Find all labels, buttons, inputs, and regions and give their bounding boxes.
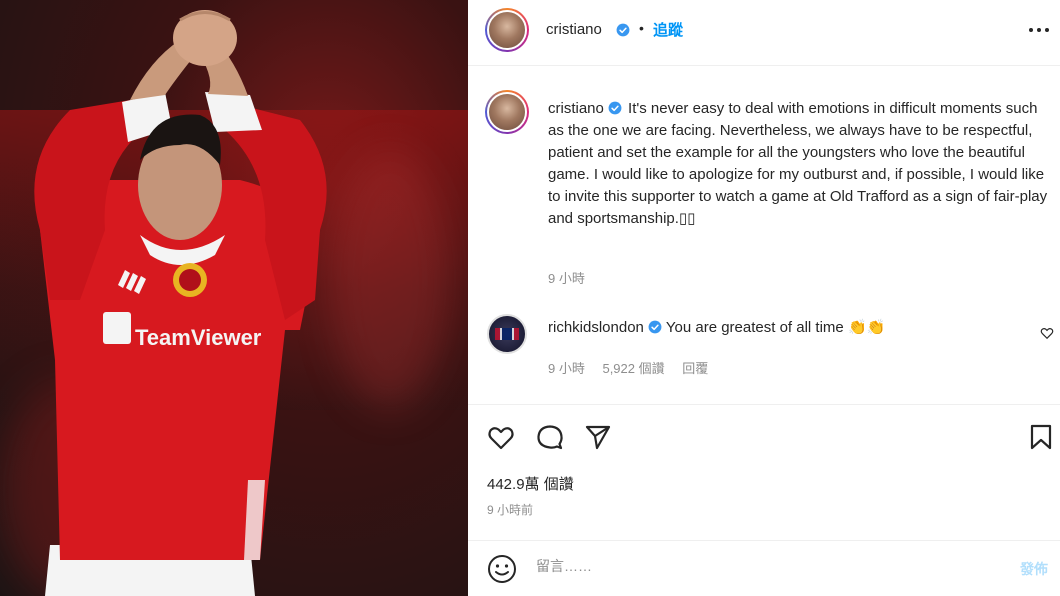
author-avatar[interactable]: [485, 8, 529, 52]
emoji-icon[interactable]: [487, 554, 517, 584]
comment-input[interactable]: [536, 558, 996, 574]
comment-icon[interactable]: [536, 423, 564, 451]
post-comment-button[interactable]: 發佈: [1020, 559, 1048, 579]
commenter-username[interactable]: richkidslondon: [548, 319, 644, 336]
share-icon[interactable]: [584, 423, 612, 451]
post-header: cristiano • 追蹤: [468, 0, 1060, 66]
author-username[interactable]: cristiano: [546, 21, 602, 38]
post-actions: 442.9萬 個讚 9 小時前: [468, 404, 1060, 534]
heart-icon[interactable]: [487, 423, 515, 451]
verified-icon: [648, 320, 662, 334]
caption-body: It's never easy to deal with emotions in…: [548, 100, 1048, 227]
comment-like-heart-icon[interactable]: [1040, 326, 1054, 340]
caption-timestamp[interactable]: 9 小時: [548, 268, 585, 287]
caption-author[interactable]: cristiano: [548, 100, 604, 117]
comment-reply-button[interactable]: 回覆: [682, 361, 708, 376]
comment-bar: 發佈: [468, 540, 1060, 596]
comment-body: You are greatest of all time 👏👏: [665, 319, 886, 336]
verified-icon: [608, 101, 622, 115]
comment-time[interactable]: 9 小時: [548, 361, 585, 376]
likes-count[interactable]: 442.9萬 個讚: [487, 473, 574, 494]
author-avatar[interactable]: [485, 90, 529, 134]
comment-meta: 9 小時 5,922 個讚 回覆: [548, 358, 722, 377]
separator-dot: •: [639, 20, 644, 36]
player-figure: TeamViewer: [34, 10, 327, 596]
caption-text: cristiano It's never easy to deal with e…: [548, 98, 1053, 230]
post-panel: cristiano • 追蹤 cristiano It's never easy…: [468, 0, 1060, 596]
comment-text: richkidslondon You are greatest of all ti…: [548, 318, 885, 336]
post-photo[interactable]: TeamViewer: [0, 0, 468, 596]
post-timestamp[interactable]: 9 小時前: [487, 501, 533, 518]
comment-likes[interactable]: 5,922 個讚: [602, 361, 664, 376]
follow-button[interactable]: 追蹤: [653, 19, 683, 40]
svg-text:TeamViewer: TeamViewer: [135, 325, 262, 350]
bookmark-icon[interactable]: [1027, 423, 1055, 451]
comment-item: richkidslondon You are greatest of all ti…: [485, 312, 1055, 382]
commenter-avatar[interactable]: [487, 314, 527, 354]
verified-icon: [616, 23, 630, 37]
more-options-icon[interactable]: [1027, 20, 1051, 40]
